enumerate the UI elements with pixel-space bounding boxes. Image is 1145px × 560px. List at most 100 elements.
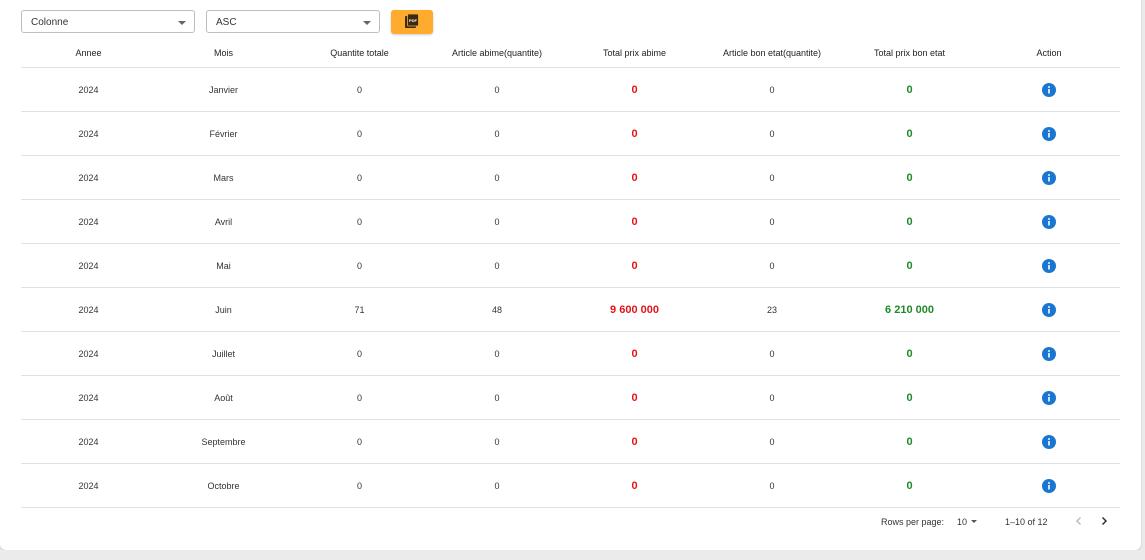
table-row: 2024 Juillet 0 0 0 0 0 [21,331,1120,376]
cell-annee: 2024 [21,67,156,112]
cell-total-prix-abime: 0 [566,199,703,244]
cell-article-bon-etat: 0 [703,419,841,464]
cell-annee: 2024 [21,375,156,420]
cell-article-bon-etat: 0 [703,463,841,508]
table-row: 2024 Janvier 0 0 0 0 0 [21,67,1120,112]
pagination-range: 1–10 of 12 [1005,517,1048,527]
cell-total-prix-abime: 0 [566,375,703,420]
header-article-abime[interactable]: Article abime(quantite) [428,38,566,68]
cell-total-prix-bon-etat: 0 [841,111,978,156]
page-background-strip [0,550,1145,560]
chevron-down-icon[interactable] [971,520,977,523]
cell-quantite-totale: 0 [291,111,428,156]
header-article-bon-etat[interactable]: Article bon etat(quantite) [703,38,841,68]
table-row: 2024 Octobre 0 0 0 0 0 [21,463,1120,508]
cell-quantite-totale: 0 [291,463,428,508]
cell-mois: Juin [156,287,291,332]
cell-total-prix-abime: 0 [566,243,703,288]
cell-quantite-totale: 0 [291,243,428,288]
info-icon[interactable] [1042,170,1056,185]
cell-quantite-totale: 0 [291,199,428,244]
cell-article-bon-etat: 0 [703,199,841,244]
table-row: 2024 Septembre 0 0 0 0 0 [21,419,1120,464]
header-mois[interactable]: Mois [156,38,291,68]
cell-action [978,375,1120,420]
cell-article-abime: 0 [428,419,566,464]
cell-mois: Septembre [156,419,291,464]
cell-total-prix-abime: 0 [566,67,703,112]
chevron-right-icon [1101,516,1108,526]
table-row: 2024 Août 0 0 0 0 0 [21,375,1120,420]
cell-article-abime: 0 [428,331,566,376]
table-row: 2024 Mai 0 0 0 0 0 [21,243,1120,288]
cell-annee: 2024 [21,199,156,244]
info-icon[interactable] [1042,82,1056,97]
cell-article-bon-etat: 0 [703,243,841,288]
cell-quantite-totale: 0 [291,67,428,112]
cell-article-abime: 0 [428,375,566,420]
cell-action [978,331,1120,376]
header-quantite-totale[interactable]: Quantite totale [291,38,428,68]
cell-article-bon-etat: 0 [703,111,841,156]
cell-mois: Février [156,111,291,156]
cell-annee: 2024 [21,463,156,508]
cell-action [978,199,1120,244]
info-icon[interactable] [1042,258,1056,273]
header-total-prix-abime[interactable]: Total prix abime [566,38,703,68]
cell-total-prix-abime: 0 [566,155,703,200]
cell-article-bon-etat: 0 [703,67,841,112]
table-row: 2024 Février 0 0 0 0 0 [21,111,1120,156]
pdf-icon: PDF [405,13,419,28]
table-row: 2024 Avril 0 0 0 0 0 [21,199,1120,244]
header-annee[interactable]: Annee [21,38,156,68]
cell-total-prix-bon-etat: 0 [841,199,978,244]
cell-article-bon-etat: 0 [703,155,841,200]
cell-total-prix-abime: 0 [566,463,703,508]
cell-total-prix-abime: 0 [566,419,703,464]
previous-page-button[interactable] [1073,515,1085,529]
table-header-row: Annee Mois Quantite totale Article abime… [21,38,1120,68]
pagination: Rows per page: 10 1–10 of 12 [0,510,1141,534]
monthly-report-table: Annee Mois Quantite totale Article abime… [21,38,1120,508]
cell-total-prix-bon-etat: 0 [841,331,978,376]
cell-total-prix-abime: 0 [566,331,703,376]
info-icon[interactable] [1042,390,1056,405]
cell-annee: 2024 [21,243,156,288]
info-icon[interactable] [1042,214,1056,229]
cell-total-prix-bon-etat: 0 [841,419,978,464]
cell-annee: 2024 [21,331,156,376]
info-icon[interactable] [1042,346,1056,361]
column-select-value: Colonne [31,17,69,28]
cell-action [978,287,1120,332]
cell-mois: Mai [156,243,291,288]
column-select[interactable]: Colonne [21,10,195,33]
cell-article-bon-etat: 23 [703,287,841,332]
export-pdf-button[interactable]: PDF [391,10,433,34]
info-icon[interactable] [1042,126,1056,141]
cell-mois: Octobre [156,463,291,508]
cell-mois: Mars [156,155,291,200]
cell-total-prix-bon-etat: 6 210 000 [841,287,978,332]
order-select[interactable]: ASC [206,10,380,33]
cell-total-prix-bon-etat: 0 [841,67,978,112]
info-icon[interactable] [1042,434,1056,449]
next-page-button[interactable] [1098,515,1110,529]
chevron-left-icon [1075,516,1082,526]
chevron-down-icon [363,21,371,25]
cell-article-abime: 0 [428,199,566,244]
cell-mois: Janvier [156,67,291,112]
cell-action [978,155,1120,200]
cell-quantite-totale: 0 [291,331,428,376]
info-icon[interactable] [1042,302,1056,317]
info-icon[interactable] [1042,478,1056,493]
header-total-prix-bon-etat[interactable]: Total prix bon etat [841,38,978,68]
cell-annee: 2024 [21,287,156,332]
rows-per-page-select[interactable]: 10 [957,517,967,527]
cell-article-bon-etat: 0 [703,331,841,376]
header-action: Action [978,38,1120,68]
cell-action [978,419,1120,464]
table-row: 2024 Juin 71 48 9 600 000 23 6 210 000 [21,287,1120,332]
cell-annee: 2024 [21,155,156,200]
svg-text:PDF: PDF [409,18,418,23]
cell-total-prix-abime: 0 [566,111,703,156]
